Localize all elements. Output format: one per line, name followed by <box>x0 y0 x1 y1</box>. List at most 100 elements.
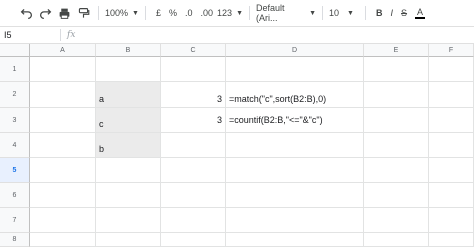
cell-c6[interactable] <box>161 183 226 208</box>
more-formats-select[interactable]: 123 ▼ <box>217 8 243 18</box>
toolbar-divider <box>249 6 250 20</box>
cell-e6[interactable] <box>364 183 429 208</box>
row-header-1[interactable]: 1 <box>0 57 30 82</box>
toolbar-divider <box>365 6 366 20</box>
cell-c1[interactable] <box>161 57 226 82</box>
cell-f3[interactable] <box>429 108 474 133</box>
cell-b5[interactable] <box>96 158 161 183</box>
cell-a4[interactable] <box>30 133 96 158</box>
row-header-8[interactable]: 8 <box>0 233 30 247</box>
cell-a6[interactable] <box>30 183 96 208</box>
cell-b3[interactable]: c <box>96 108 161 133</box>
cell-b7[interactable] <box>96 208 161 233</box>
column-header-a[interactable]: A <box>30 44 96 57</box>
row-header-7[interactable]: 7 <box>0 208 30 233</box>
cell-a3[interactable] <box>30 108 96 133</box>
paint-format-icon[interactable] <box>74 3 92 23</box>
cell-e2[interactable] <box>364 82 429 108</box>
cell-c3[interactable]: 3 <box>161 108 226 133</box>
cell-c7[interactable] <box>161 208 226 233</box>
undo-icon[interactable] <box>17 3 35 23</box>
toolbar-divider <box>322 6 323 20</box>
row-header-2[interactable]: 2 <box>0 82 30 108</box>
formula-input[interactable] <box>87 28 474 42</box>
function-icon: fx <box>67 30 76 40</box>
text-color-label: A <box>417 6 424 17</box>
cell-c5[interactable] <box>161 158 226 183</box>
cell-b1[interactable] <box>96 57 161 82</box>
select-all-corner[interactable] <box>0 44 30 57</box>
cell-e4[interactable] <box>364 133 429 158</box>
cell-b2[interactable]: a <box>96 82 161 108</box>
cell-d4[interactable] <box>226 133 364 158</box>
font-select[interactable]: Default (Ari... ▼ <box>256 3 316 23</box>
cell-a7[interactable] <box>30 208 96 233</box>
text-color-swatch <box>415 16 426 19</box>
spreadsheet-grid: A B C D E F 1 2 3 4 5 6 7 8 a 3 =match("… <box>0 44 474 247</box>
strikethrough-button[interactable]: S <box>397 3 411 23</box>
cell-d2[interactable]: =match("c",sort(B2:B),0) <box>226 82 364 108</box>
cell-b6[interactable] <box>96 183 161 208</box>
row-header-3[interactable]: 3 <box>0 108 30 133</box>
cell-d7[interactable] <box>226 208 364 233</box>
font-size-select[interactable]: 10 ▼ <box>329 8 359 18</box>
font-value: Default (Ari... <box>256 3 285 23</box>
cell-d3[interactable]: =countif(B2:B,"<="&"c") <box>226 108 364 133</box>
chevron-down-icon: ▼ <box>309 9 316 17</box>
more-formats-label: 123 <box>217 8 233 18</box>
cell-e1[interactable] <box>364 57 429 82</box>
toolbar: 100% ▼ £ % .0 .00 123 ▼ Default (Ari... … <box>0 0 474 27</box>
cell-f1[interactable] <box>429 57 474 82</box>
currency-button[interactable]: £ <box>152 3 165 23</box>
percent-button[interactable]: % <box>165 3 181 23</box>
cell-c8[interactable] <box>161 233 226 247</box>
column-header-b[interactable]: B <box>96 44 161 57</box>
row-header-6[interactable]: 6 <box>0 183 30 208</box>
toolbar-divider <box>98 6 99 20</box>
chevron-down-icon: ▼ <box>347 9 354 17</box>
cell-b4[interactable]: b <box>96 133 161 158</box>
cell-e8[interactable] <box>364 233 429 247</box>
toolbar-divider <box>144 6 146 20</box>
cell-a8[interactable] <box>30 233 96 247</box>
column-header-d[interactable]: D <box>226 44 364 57</box>
text-color-button[interactable]: A <box>411 3 429 23</box>
redo-icon[interactable] <box>36 3 54 23</box>
cell-d8[interactable] <box>226 233 364 247</box>
italic-button[interactable]: I <box>387 3 398 23</box>
chevron-down-icon: ▼ <box>236 9 243 17</box>
cell-d1[interactable] <box>226 57 364 82</box>
cell-a1[interactable] <box>30 57 96 82</box>
column-header-f[interactable]: F <box>429 44 474 57</box>
increase-decimals-button[interactable]: .00 <box>197 3 218 23</box>
print-icon[interactable] <box>55 3 73 23</box>
decrease-decimals-button[interactable]: .0 <box>181 3 197 23</box>
zoom-select[interactable]: 100% ▼ <box>105 8 139 18</box>
cell-c4[interactable] <box>161 133 226 158</box>
row-header-5[interactable]: 5 <box>0 158 30 183</box>
chevron-down-icon: ▼ <box>132 9 139 17</box>
cell-b8[interactable] <box>96 233 161 247</box>
name-box[interactable]: I5 <box>0 30 60 40</box>
cell-c2[interactable]: 3 <box>161 82 226 108</box>
cell-e7[interactable] <box>364 208 429 233</box>
cell-e3[interactable] <box>364 108 429 133</box>
cell-f8[interactable] <box>429 233 474 247</box>
column-header-e[interactable]: E <box>364 44 429 57</box>
cell-f7[interactable] <box>429 208 474 233</box>
cell-d5[interactable] <box>226 158 364 183</box>
cell-f6[interactable] <box>429 183 474 208</box>
bold-button[interactable]: B <box>372 3 387 23</box>
cell-f5[interactable] <box>429 158 474 183</box>
cell-e5[interactable] <box>364 158 429 183</box>
column-header-c[interactable]: C <box>161 44 226 57</box>
row-header-4[interactable]: 4 <box>0 133 30 158</box>
font-size-value: 10 <box>329 8 340 18</box>
cell-f2[interactable] <box>429 82 474 108</box>
cell-a2[interactable] <box>30 82 96 108</box>
cell-d6[interactable] <box>226 183 364 208</box>
formula-bar-divider <box>60 29 61 41</box>
cell-f4[interactable] <box>429 133 474 158</box>
cell-a5[interactable] <box>30 158 96 183</box>
formula-bar: I5 fx <box>0 27 474 44</box>
